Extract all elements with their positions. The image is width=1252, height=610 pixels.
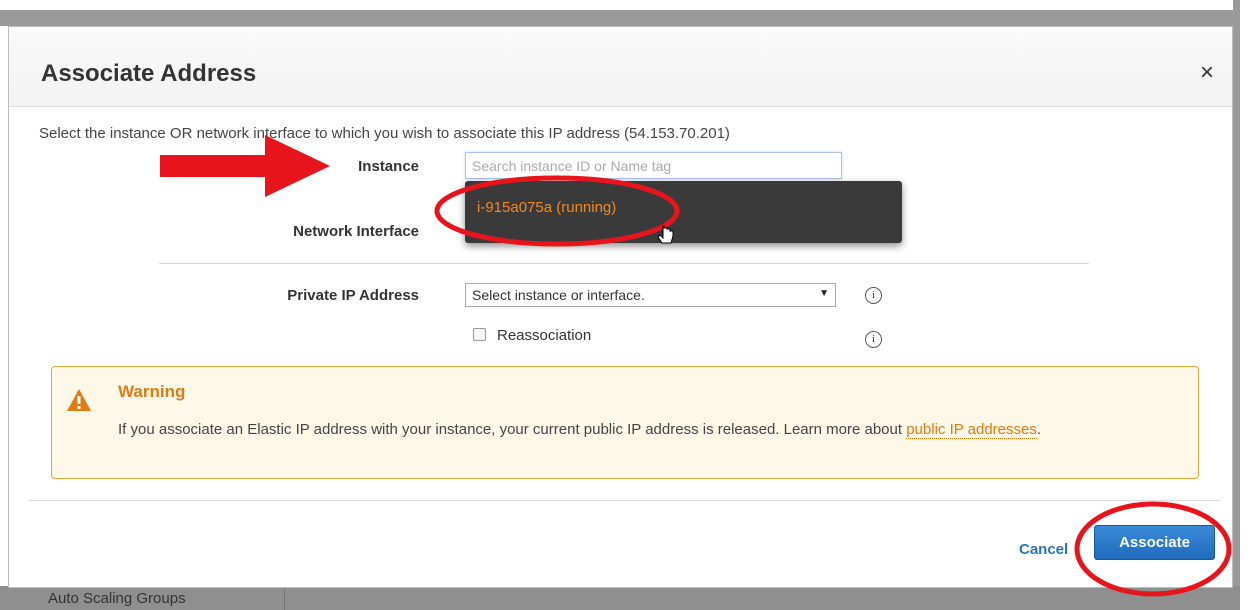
dropdown-arrow-icon: ▼ [819,288,829,299]
instance-label: Instance [358,158,419,175]
instance-search-input[interactable] [465,152,842,179]
close-icon[interactable]: × [1200,61,1214,85]
associate-address-dialog: Associate Address × Select the instance … [8,26,1233,588]
reassociation-checkbox[interactable] [473,328,486,341]
reassociation-label: Reassociation [497,327,592,344]
associate-button[interactable]: Associate [1094,525,1215,560]
private-ip-info-icon[interactable]: i [865,287,882,304]
warning-suffix: . [1036,421,1042,438]
reassociation-info-icon[interactable]: i [865,331,882,348]
sidebar-divider [284,586,285,610]
private-ip-label: Private IP Address [287,287,419,304]
warning-text: If you associate an Elastic IP address w… [118,419,1178,441]
form-divider [159,263,1089,264]
sidebar-item-auto-scaling-groups[interactable]: Auto Scaling Groups [48,590,186,607]
console-sidebar [0,586,1240,610]
console-background-strip [0,10,1240,26]
network-interface-label: Network Interface [293,223,419,240]
private-ip-select[interactable]: Select instance or interface. ▼ [465,283,836,307]
warning-message: If you associate an Elastic IP address w… [118,421,907,438]
warning-box: Warning If you associate an Elastic IP a… [51,366,1199,479]
instance-option[interactable]: i-915a075a (running) [477,199,616,216]
dialog-header: Associate Address × [9,27,1232,107]
instance-autocomplete-dropdown: i-915a075a (running) [465,181,902,243]
warning-title: Warning [118,382,186,401]
console-background-top [0,0,1252,10]
dialog-title: Associate Address [41,60,257,87]
private-ip-select-value: Select instance or interface. [472,287,645,303]
cancel-button[interactable]: Cancel [1019,541,1073,558]
footer-divider [29,500,1221,501]
dialog-instructions: Select the instance OR network interface… [39,125,730,142]
warning-icon [67,389,91,411]
page-scrollbar[interactable] [1240,0,1252,610]
public-ip-addresses-link[interactable]: public IP addresses [906,421,1037,439]
